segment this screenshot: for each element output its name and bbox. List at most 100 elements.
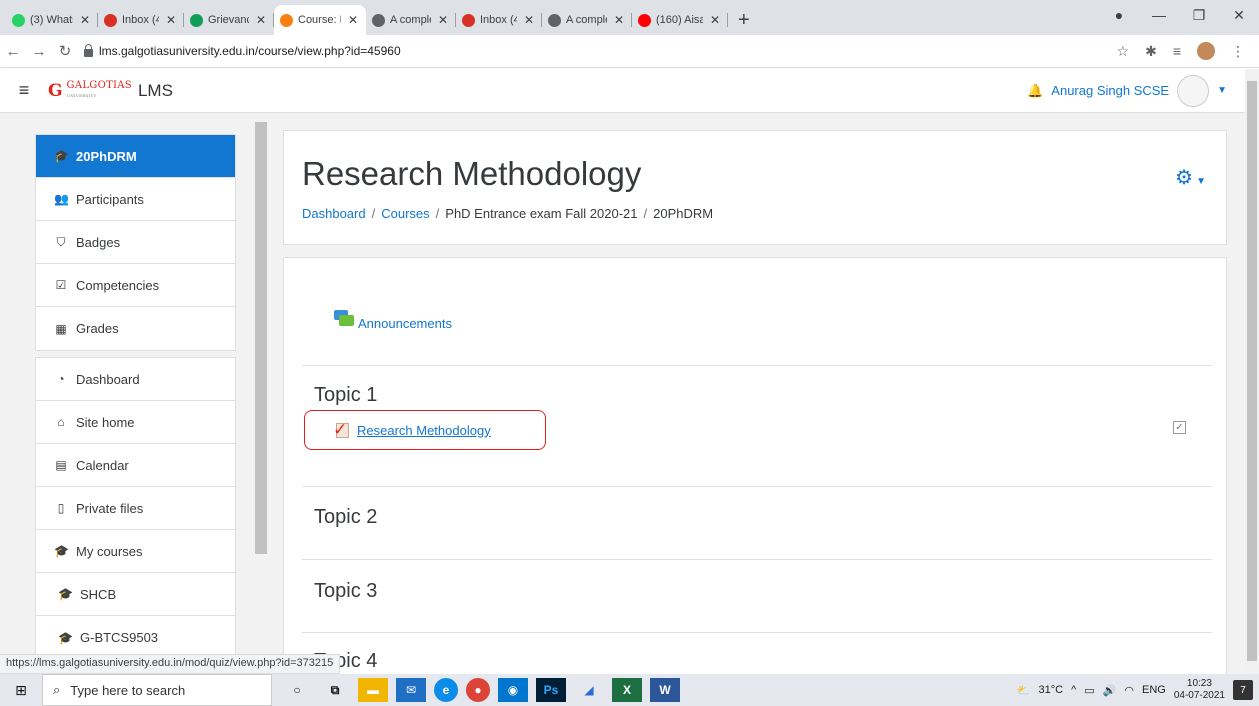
drawer-item-grades[interactable]: ▦ Grades [36,307,235,350]
hamburger-icon[interactable]: ≡ [0,80,48,101]
user-name[interactable]: Anurag Singh SCSE [1051,83,1169,98]
notification-icon[interactable]: 7 [1233,680,1253,700]
menu-icon[interactable]: ⋮ [1231,43,1245,60]
dell-icon[interactable]: ◉ [498,678,528,702]
close-tab-icon[interactable]: ✕ [436,13,450,27]
mail-icon[interactable]: ✉ [396,678,426,702]
reload-icon[interactable]: ↻ [52,42,78,60]
breadcrumb-courses[interactable]: Courses [381,206,429,221]
breadcrumb-course[interactable]: 20PhDRM [653,206,713,221]
drawer-item-site-home[interactable]: ⌂ Site home [36,401,235,444]
graduation-cap-icon: 🎓 [58,587,73,601]
announcements-link[interactable]: Announcements [358,316,452,331]
browser-tab[interactable]: Grievance Mo ✕ [184,5,274,35]
user-menu[interactable]: 🔔 Anurag Singh SCSE ▼ [1027,74,1245,107]
star-icon[interactable]: ☆ [1117,43,1130,60]
edge-icon[interactable]: e [434,678,458,702]
course-content-card: Announcements Topic 1 ✓ Research Methodo… [283,257,1227,674]
task-view-icon[interactable]: ⧉ [320,678,350,702]
gmail-icon [462,13,475,27]
announcements-activity[interactable]: Announcements [334,306,452,331]
browser-tab[interactable]: Inbox (4,062) ✕ [98,5,184,35]
close-tab-icon[interactable]: ✕ [522,13,536,27]
logo-text: GALGOTIAS UNIVERSITY [66,79,132,98]
weather-icon[interactable]: ⛅ [1017,684,1031,697]
reading-list-icon[interactable]: ≡ [1173,43,1181,59]
profile-dot-icon[interactable]: ● [1099,7,1139,23]
lang-label[interactable]: ENG [1142,684,1166,696]
weather-temp[interactable]: 31°C [1039,684,1064,696]
browser-tab[interactable]: Inbox (4,062) ✕ [456,5,542,35]
chevron-up-icon[interactable]: ^ [1071,684,1076,696]
browser-tab[interactable]: A complete w ✕ [366,5,456,35]
forward-icon[interactable]: → [26,43,52,60]
battery-icon[interactable]: ▭ [1084,684,1094,697]
drawer-item-label: 20PhDRM [76,148,137,164]
graduation-cap-icon: 🎓 [54,544,69,558]
clock[interactable]: 10:23 04-07-2021 [1174,678,1225,702]
graduation-cap-icon: 🎓 [58,630,73,645]
drawer-item-calendar[interactable]: ▤ Calendar [36,444,235,487]
breadcrumb-dashboard[interactable]: Dashboard [302,206,366,221]
drawer-item-label: Calendar [76,457,129,473]
url-text: lms.galgotiasuniversity.edu.in/course/vi… [99,44,401,58]
close-tab-icon[interactable]: ✕ [164,13,178,27]
browser-tab[interactable]: A complete w ✕ [542,5,632,35]
word-icon[interactable]: W [650,678,680,702]
bell-icon[interactable]: 🔔 [1027,83,1043,99]
drawer-item-label: SHCB [80,586,117,602]
extensions-icon[interactable]: ✱ [1145,43,1157,60]
close-tab-icon[interactable]: ✕ [78,13,92,27]
chrome-icon[interactable]: ● [466,678,490,702]
globe-icon [372,13,385,27]
photoshop-icon[interactable]: Ps [536,678,566,702]
cortana-icon[interactable]: ○ [282,678,312,702]
gear-icon[interactable]: ⚙ ▼ [1175,165,1206,190]
close-window-button[interactable]: ✕ [1219,7,1259,24]
drawer-item-my-courses[interactable]: 🎓 My courses [36,530,235,573]
profile-avatar[interactable] [1197,42,1215,60]
excel-icon[interactable]: X [612,678,642,702]
drawer-item-competencies[interactable]: ☑ Competencies [36,264,235,307]
quiz-activity-highlighted[interactable]: ✓ Research Methodology [304,410,546,450]
drawer-item-20phdrm[interactable]: 🎓 20PhDRM [36,135,235,178]
close-tab-icon[interactable]: ✕ [346,13,360,27]
drawer-item-badges[interactable]: ⛉ Badges [36,221,235,264]
shield-icon: ⛉ [56,234,66,249]
breadcrumb-category[interactable]: PhD Entrance exam Fall 2020-21 [445,206,637,221]
graduation-cap-icon: 🎓 [54,149,69,163]
drawer-item-g-btcs9503[interactable]: 🎓 G-BTCS9503 [36,616,235,659]
new-tab-button[interactable]: + [728,5,760,35]
minimize-button[interactable]: — [1139,7,1179,23]
completion-checkbox-icon[interactable]: ✓ [1173,421,1186,434]
avatar[interactable] [1177,74,1210,107]
quiz-link[interactable]: Research Methodology [357,423,491,438]
browser-tab[interactable]: (160) Aisa ✕ [632,5,728,35]
close-tab-icon[interactable]: ✕ [254,13,268,27]
page-scrollbar[interactable] [1245,69,1259,674]
topic-2-title: Topic 2 [314,506,378,528]
browser-tab[interactable]: Course: Resea ✕ [274,5,366,35]
file-explorer-icon[interactable]: ▬ [358,678,388,702]
drawer-item-participants[interactable]: 👥 Participants [36,178,235,221]
taskbar-search[interactable]: ⌕ Type here to search [42,674,272,706]
wifi-icon[interactable]: ◠ [1124,684,1134,697]
close-tab-icon[interactable]: ✕ [612,13,626,27]
drawer-scrollbar[interactable] [255,122,267,554]
browser-tab[interactable]: (3) WhatsApp ✕ [6,5,98,35]
dashboard-icon: ◔ [57,372,65,386]
app-name: LMS [137,80,173,100]
drawer-item-private-files[interactable]: ▯ Private files [36,487,235,530]
drawer-item-label: Site home [76,414,135,430]
restore-button[interactable]: ❐ [1179,7,1219,24]
back-icon[interactable]: ← [0,43,26,60]
volume-icon[interactable]: 🔊 [1103,684,1117,697]
url-field[interactable]: lms.galgotiasuniversity.edu.in/course/vi… [84,38,1084,65]
snip-icon[interactable]: ◢ [574,678,604,702]
caret-down-icon[interactable]: ▼ [1217,85,1227,96]
site-logo[interactable]: G GALGOTIAS UNIVERSITY LMS [48,79,173,101]
drawer-item-shcb[interactable]: 🎓 SHCB [36,573,235,616]
drawer-item-dashboard[interactable]: ◔ Dashboard [36,358,235,401]
close-tab-icon[interactable]: ✕ [708,13,722,27]
windows-start-icon[interactable]: ⊞ [0,682,42,699]
